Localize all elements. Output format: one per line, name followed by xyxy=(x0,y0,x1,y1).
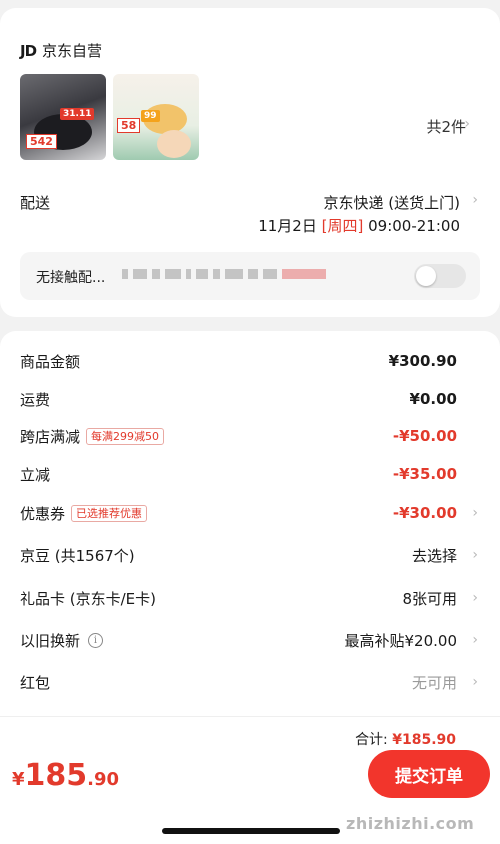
divider xyxy=(0,716,500,717)
cross-store-discount-row: 跨店满减 每满299减50 -¥50.00 xyxy=(20,424,480,448)
watermark: zhizhizhi.com xyxy=(346,814,475,833)
delivery-label: 配送 xyxy=(20,194,51,212)
redacted-text xyxy=(122,269,326,279)
jd-logo: JD xyxy=(20,41,37,60)
contactless-toggle[interactable] xyxy=(414,264,466,288)
person-image xyxy=(157,130,191,158)
shipping-label: 运费 xyxy=(20,390,51,409)
delivery-weekday: [周四] xyxy=(321,217,364,235)
chevron-right-icon: › xyxy=(472,505,478,521)
coupon-value: -¥30.00 xyxy=(392,504,457,522)
product-thumbnail[interactable]: 58 99 xyxy=(113,74,199,160)
red-packet-row[interactable]: 红包 无可用 › xyxy=(20,670,480,694)
jingdou-label: 京豆 (共1567个) xyxy=(20,546,135,565)
delivery-date: 11月2日 xyxy=(258,217,317,235)
pay-price-integer: 185 xyxy=(24,758,88,793)
product-thumbnails[interactable]: 31.11 542 58 99 xyxy=(20,74,199,160)
info-icon[interactable]: i xyxy=(88,632,104,648)
cross-store-label: 跨店满减 xyxy=(20,427,81,446)
delivery-method[interactable]: 京东快递 (送货上门) xyxy=(324,192,460,213)
total-label: 合计: xyxy=(355,732,388,748)
chevron-right-icon: › xyxy=(472,674,478,690)
contactless-label: 无接触配... xyxy=(36,270,106,286)
promo-tag: 99 xyxy=(141,110,160,122)
pay-price-currency: ¥ xyxy=(12,769,25,790)
toggle-knob xyxy=(416,266,436,286)
shop-header: JD 京东自营 xyxy=(20,40,102,61)
cross-store-value: -¥50.00 xyxy=(392,427,457,445)
instant-discount-label: 立减 xyxy=(20,465,51,484)
price-tag: 58 xyxy=(117,118,141,133)
price-tag: 542 xyxy=(26,134,57,149)
chevron-right-icon: › xyxy=(472,192,478,208)
product-thumbnail[interactable]: 31.11 542 xyxy=(20,74,106,160)
pay-price: ¥185.90 xyxy=(12,758,119,793)
trade-in-value: 最高补贴¥20.00 xyxy=(344,631,458,650)
red-packet-label: 红包 xyxy=(20,673,51,692)
promo-tag: 31.11 xyxy=(60,108,95,120)
submit-order-button[interactable]: 提交订单 xyxy=(368,750,490,798)
shipping-row: 运费 ¥0.00 xyxy=(20,387,480,411)
gift-card-label: 礼品卡 (京东卡/E卡) xyxy=(20,589,157,608)
coupon-label: 优惠券 xyxy=(20,504,66,523)
chevron-right-icon: › xyxy=(472,590,478,606)
delivery-time-range: 09:00-21:00 xyxy=(368,217,460,235)
trade-in-label: 以旧换新 xyxy=(20,631,81,650)
contactless-delivery-row: 无接触配... xyxy=(20,252,480,300)
cross-store-badge: 每满299减50 xyxy=(86,427,165,445)
chevron-right-icon: › xyxy=(472,632,478,648)
chevron-right-icon: › xyxy=(464,116,470,132)
coupon-row[interactable]: 优惠券 已选推荐优惠 -¥30.00 › xyxy=(20,501,480,525)
order-items-card: JD 京东自营 31.11 542 58 99 共2件 › 配送 京东快递 (送… xyxy=(0,8,500,317)
shipping-value: ¥0.00 xyxy=(409,390,457,408)
instant-discount-value: -¥35.00 xyxy=(392,465,457,483)
total-line: 合计: ¥185.90 xyxy=(355,729,456,749)
home-indicator xyxy=(162,828,340,834)
jingdou-value: 去选择 xyxy=(411,546,457,565)
coupon-badge: 已选推荐优惠 xyxy=(71,504,148,522)
red-packet-value: 无可用 xyxy=(411,673,457,692)
jingdou-row[interactable]: 京豆 (共1567个) 去选择 › xyxy=(20,543,480,567)
delivery-time[interactable]: 11月2日 [周四] 09:00-21:00 xyxy=(258,215,460,236)
chevron-right-icon: › xyxy=(472,547,478,563)
pay-price-decimal: .90 xyxy=(87,769,120,790)
gift-card-row[interactable]: 礼品卡 (京东卡/E卡) 8张可用 › xyxy=(20,586,480,610)
goods-amount-value: ¥300.90 xyxy=(388,352,457,370)
instant-discount-row: 立减 -¥35.00 xyxy=(20,462,480,486)
item-count[interactable]: 共2件 xyxy=(426,116,466,137)
goods-amount-label: 商品金额 xyxy=(20,352,81,371)
trade-in-row[interactable]: 以旧换新 i 最高补贴¥20.00 › xyxy=(20,628,480,652)
total-amount: ¥185.90 xyxy=(392,732,456,748)
goods-amount-row: 商品金额 ¥300.90 xyxy=(20,349,480,373)
shop-name: 京东自营 xyxy=(42,42,103,60)
gift-card-value: 8张可用 xyxy=(402,589,457,608)
